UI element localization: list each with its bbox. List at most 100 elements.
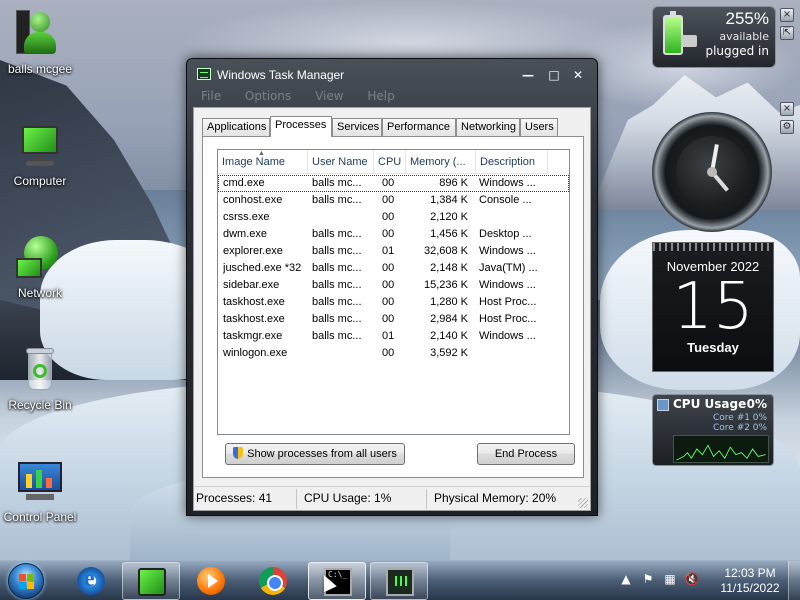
show-hidden-icons-arrow-icon[interactable]: ▲: [618, 571, 634, 587]
taskbar-chrome[interactable]: [244, 562, 302, 600]
process-description: Host Proc...: [479, 296, 537, 308]
resize-icon[interactable]: ⇱: [780, 26, 794, 40]
process-cpu: 00: [382, 262, 395, 274]
status-divider: [296, 489, 297, 509]
taskbar-task-manager[interactable]: [370, 562, 428, 600]
menu-file[interactable]: File: [201, 89, 221, 103]
volume-muted-icon[interactable]: 🔇: [684, 571, 700, 587]
battery-gadget[interactable]: 255% available plugged in: [652, 6, 776, 68]
process-description: Host Proc...: [479, 313, 537, 325]
clock-gadget[interactable]: [652, 112, 772, 232]
desktop-icon-label: balls mcgee: [7, 62, 73, 76]
close-button[interactable]: ✕: [569, 67, 587, 83]
process-description: Windows ...: [479, 330, 536, 342]
window-title: Windows Task Manager: [217, 68, 345, 82]
taskbar-cmd[interactable]: C:\_: [308, 562, 366, 600]
show-desktop-button[interactable]: [788, 561, 800, 600]
show-all-processes-button[interactable]: Show processes from all users: [225, 443, 405, 465]
table-row[interactable]: taskmgr.exe balls mc... 01 2,140 K Windows .…: [218, 328, 569, 345]
desktop-icon-recycle-bin[interactable]: Recycle Bin: [0, 346, 82, 412]
process-cpu: 00: [382, 296, 395, 308]
network-icon: [16, 234, 64, 282]
title-bar[interactable]: Windows Task Manager — □ ✕: [187, 59, 597, 89]
status-process-count: Processes: 41: [196, 491, 273, 505]
maximize-button[interactable]: □: [545, 67, 563, 83]
window-client-area: Applications Processes Services Performa…: [193, 107, 591, 511]
status-physical-memory: Physical Memory: 20%: [434, 491, 557, 505]
status-divider: [426, 489, 427, 509]
table-row[interactable]: dwm.exe balls mc... 00 1,456 K Desktop ...: [218, 226, 569, 243]
tab-applications[interactable]: Applications: [202, 118, 270, 136]
column-description[interactable]: Description: [476, 150, 548, 174]
tab-networking[interactable]: Networking: [456, 118, 520, 136]
taskbar: C:\_ ▲ ⚑ ▦ 🔇 12:03 PM 11/15/2022: [0, 560, 800, 600]
table-row[interactable]: explorer.exe balls mc... 01 32,608 K Windows…: [218, 243, 569, 260]
desktop-icon-computer[interactable]: Computer: [0, 122, 82, 188]
process-cpu: 00: [382, 211, 395, 223]
cpu-total-value: 0%: [746, 397, 767, 411]
core2-label: Core #2: [713, 423, 750, 433]
table-row[interactable]: csrss.exe 00 2,120 K: [218, 209, 569, 226]
process-memory: 3,592 K: [430, 347, 468, 359]
core1-value: 0%: [752, 413, 767, 423]
calendar-weekday: Tuesday: [687, 340, 739, 355]
column-memory[interactable]: Memory (...: [406, 150, 476, 174]
taskbar-green-app[interactable]: [122, 562, 180, 600]
tab-performance[interactable]: Performance: [382, 118, 456, 136]
menu-help[interactable]: Help: [367, 89, 394, 103]
table-row[interactable]: taskhost.exe balls mc... 00 1,280 K Host Pro…: [218, 294, 569, 311]
table-row[interactable]: conhost.exe balls mc... 00 1,384 K Console .…: [218, 192, 569, 209]
core1-label: Core #1: [713, 413, 750, 423]
tab-users[interactable]: Users: [520, 118, 558, 136]
desktop-icon-label: Recycle Bin: [8, 398, 72, 412]
network-tray-icon[interactable]: ▦: [662, 571, 678, 587]
status-cpu-usage: CPU Usage: 1%: [304, 491, 392, 505]
end-process-button[interactable]: End Process: [477, 443, 575, 465]
close-icon[interactable]: ×: [780, 8, 794, 22]
column-cpu[interactable]: CPU: [374, 150, 406, 174]
calendar-day: 15: [672, 270, 754, 344]
calendar-gadget[interactable]: November 2022 15 Tuesday: [652, 242, 774, 372]
menu-options[interactable]: Options: [245, 89, 291, 103]
wallpaper-rock: [0, 60, 190, 380]
process-cpu: 00: [382, 347, 395, 359]
desktop-icon-user-folder[interactable]: balls mcgee: [0, 10, 82, 76]
taskbar-media-player[interactable]: [182, 562, 240, 600]
cpu-meter-gadget[interactable]: CPU Usage 0% Core #1 0% Core #2 0%: [652, 394, 774, 466]
table-row[interactable]: taskhost.exe balls mc... 00 2,984 K Host Pro…: [218, 311, 569, 328]
column-image-name[interactable]: ▲ Image Name: [218, 150, 308, 174]
tab-processes[interactable]: Processes: [270, 116, 332, 137]
taskbar-clock[interactable]: 12:03 PM 11/15/2022: [718, 566, 782, 596]
tab-services[interactable]: Services: [332, 118, 382, 136]
table-row[interactable]: sidebar.exe balls mc... 00 15,236 K Windows …: [218, 277, 569, 294]
column-user-name[interactable]: User Name: [308, 150, 374, 174]
menu-view[interactable]: View: [315, 89, 343, 103]
wrench-icon[interactable]: ⚙: [780, 120, 794, 134]
process-cpu: 00: [382, 177, 395, 189]
action-center-flag-icon[interactable]: ⚑: [640, 571, 656, 587]
core2-value: 0%: [752, 423, 767, 433]
start-button[interactable]: [8, 563, 44, 599]
table-row[interactable]: cmd.exe balls mc... 00 896 K Windows ...: [218, 175, 569, 192]
minimize-button[interactable]: —: [519, 67, 537, 83]
process-description: Windows ...: [479, 279, 536, 291]
process-name: dwm.exe: [223, 228, 268, 240]
process-user: balls mc...: [312, 245, 362, 257]
status-bar: Processes: 41 CPU Usage: 1% Physical Mem…: [194, 486, 590, 510]
chrome-icon: [259, 567, 287, 595]
table-row[interactable]: winlogon.exe 00 3,592 K: [218, 345, 569, 362]
table-row[interactable]: jusched.exe *32 balls mc... 00 2,148 K Java(…: [218, 260, 569, 277]
process-cpu: 00: [382, 279, 395, 291]
process-memory: 15,236 K: [423, 279, 468, 291]
process-list[interactable]: ▲ Image Name User Name CPU Memory (... De…: [217, 149, 570, 435]
process-user: balls mc...: [312, 228, 362, 240]
desktop-icon-network[interactable]: Network: [0, 234, 82, 300]
process-name: csrss.exe: [223, 211, 270, 223]
taskbar-internet-explorer[interactable]: [62, 562, 120, 600]
process-user: balls mc...: [312, 313, 362, 325]
resize-grip[interactable]: [578, 498, 588, 508]
desktop-icon-control-panel[interactable]: Control Panel: [0, 458, 82, 524]
desktop-icon-label: Computer: [13, 174, 67, 188]
process-name: taskhost.exe: [223, 296, 285, 308]
close-icon[interactable]: ×: [780, 102, 794, 116]
